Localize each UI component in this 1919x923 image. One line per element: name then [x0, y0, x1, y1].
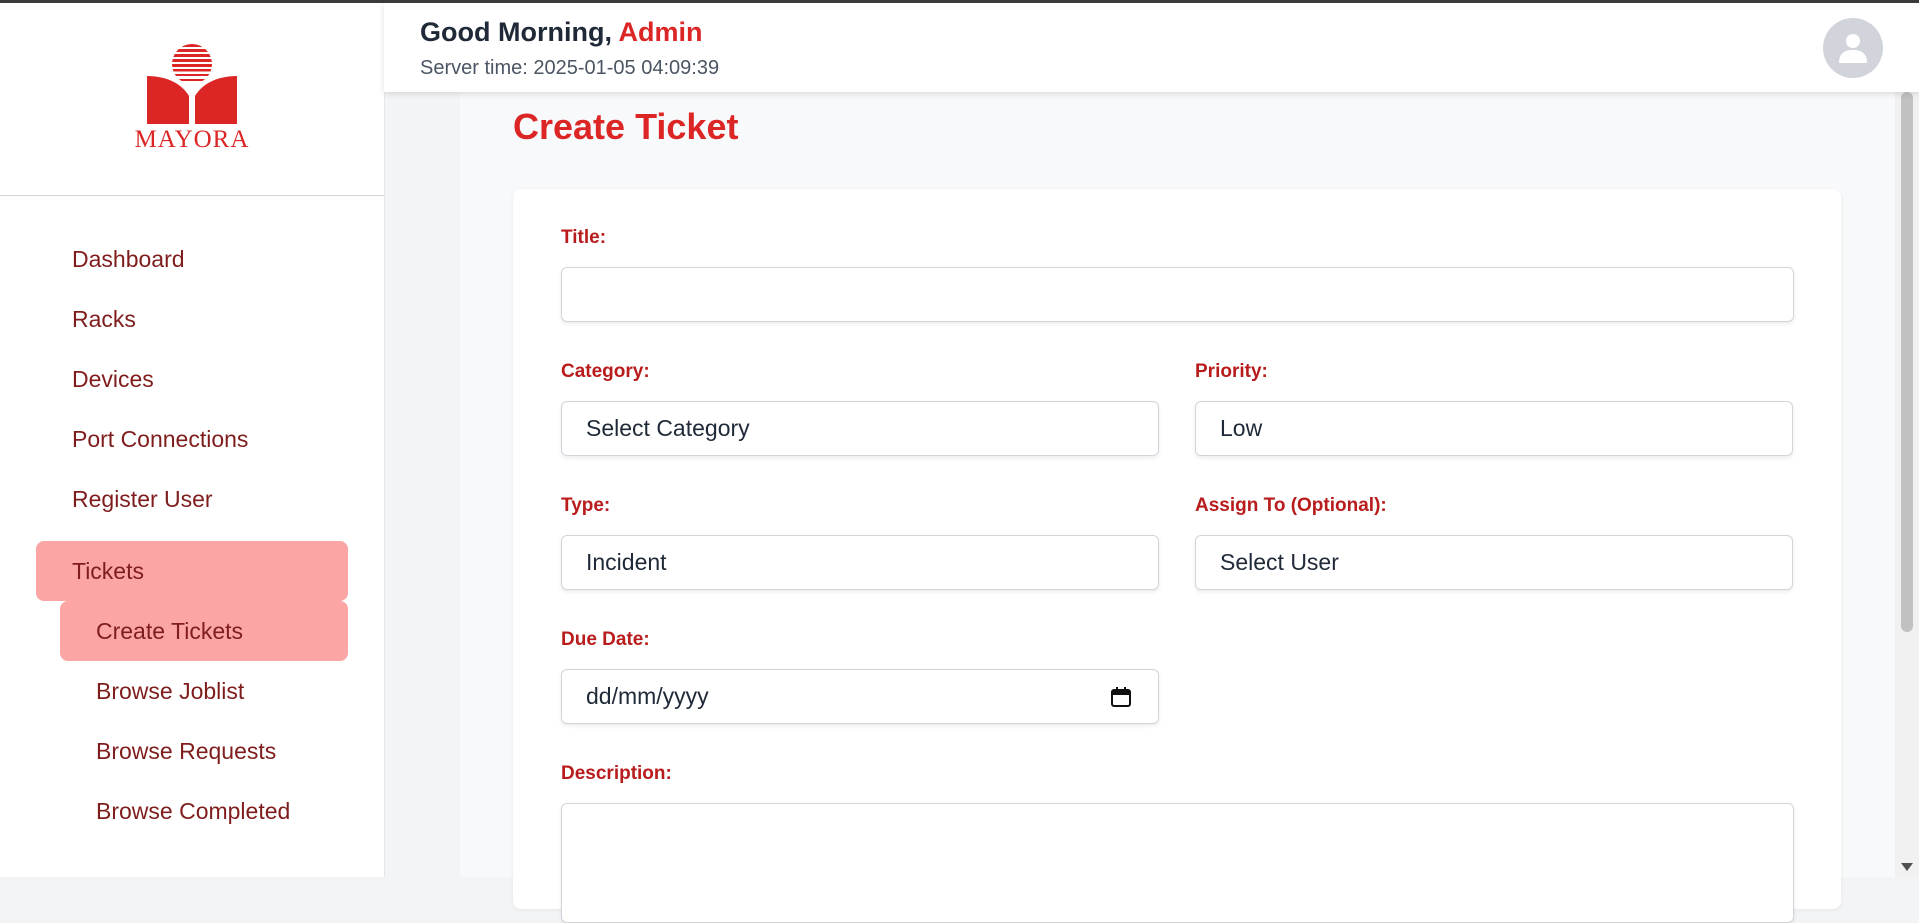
window-top-border	[0, 0, 1919, 3]
sidebar-item-label: Browse Requests	[96, 737, 277, 764]
description-textarea[interactable]	[561, 803, 1794, 923]
sidebar-item-devices[interactable]: Devices	[36, 349, 348, 409]
sidebar-item-tickets[interactable]: Tickets	[36, 541, 348, 601]
sidebar-item-label: Tickets	[72, 557, 144, 584]
title-input[interactable]	[561, 267, 1794, 322]
user-name: Admin	[618, 17, 703, 47]
sidebar-item-browse-completed[interactable]: Browse Completed	[60, 781, 348, 841]
title-label: Title:	[561, 227, 607, 248]
main-content: Create Ticket Title: Category: Select Ca…	[460, 92, 1895, 923]
category-select[interactable]: Select Category	[561, 401, 1159, 456]
greeting: Good Morning, Admin	[420, 17, 702, 48]
sidebar-item-label: Register User	[72, 485, 213, 512]
sidebar-item-browse-joblist[interactable]: Browse Joblist	[60, 661, 348, 721]
sidebar-item-label: Create Tickets	[96, 617, 243, 644]
sidebar-item-create-tickets[interactable]: Create Tickets	[60, 601, 348, 661]
type-label: Type:	[561, 495, 611, 516]
mayora-logo-icon	[147, 44, 237, 124]
user-icon	[1839, 34, 1867, 63]
sidebar-item-port-connections[interactable]: Port Connections	[36, 409, 348, 469]
scroll-down-icon[interactable]	[1901, 863, 1913, 871]
avatar[interactable]	[1823, 18, 1883, 78]
sidebar-item-label: Browse Joblist	[96, 677, 245, 704]
sidebar-item-racks[interactable]: Racks	[36, 289, 348, 349]
logo[interactable]: MAYORA	[0, 3, 384, 196]
category-label: Category:	[561, 361, 650, 382]
scrollbar-thumb[interactable]	[1901, 92, 1913, 632]
due-date-input[interactable]: dd/mm/yyyy	[561, 669, 1159, 724]
sidebar-item-label: Devices	[72, 365, 154, 392]
sidebar-item-browse-requests[interactable]: Browse Requests	[60, 721, 348, 781]
sidebar-item-register-user[interactable]: Register User	[36, 469, 348, 529]
sidebar-item-label: Browse Completed	[96, 797, 291, 824]
logo-text: MAYORA	[134, 126, 250, 153]
sidebar-item-label: Racks	[72, 305, 136, 332]
priority-label: Priority:	[1195, 361, 1268, 382]
server-time: Server time: 2025-01-05 04:09:39	[420, 57, 720, 79]
type-select[interactable]: Incident	[561, 535, 1159, 590]
top-header: Good Morning, Admin Server time: 2025-01…	[384, 3, 1919, 92]
due-date-value: dd/mm/yyyy	[586, 683, 709, 709]
sidebar-item-dashboard[interactable]: Dashboard	[36, 229, 348, 289]
sidebar: MAYORA Dashboard Racks Devices Port Conn…	[0, 3, 385, 877]
page-scrollbar[interactable]	[1895, 92, 1919, 877]
create-ticket-form: Title: Category: Select Category Priorit…	[513, 189, 1841, 923]
priority-select[interactable]: Low	[1195, 401, 1793, 456]
sidebar-item-label: Dashboard	[72, 245, 185, 272]
due-date-label: Due Date:	[561, 629, 650, 650]
page-title: Create Ticket	[513, 106, 739, 147]
calendar-icon[interactable]	[1110, 686, 1132, 708]
sidebar-item-label: Port Connections	[72, 425, 249, 452]
assign-to-select[interactable]: Select User	[1195, 535, 1793, 590]
greeting-text: Good Morning,	[420, 17, 612, 47]
description-label: Description:	[561, 763, 672, 784]
assign-to-label: Assign To (Optional):	[1195, 495, 1387, 516]
